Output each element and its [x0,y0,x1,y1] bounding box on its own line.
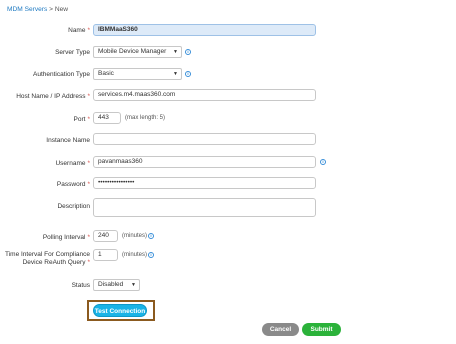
username-label: Username * [55,160,90,167]
username-field[interactable]: pavanmaas360 [93,156,316,168]
info-icon[interactable]: i [185,71,191,77]
polling-unit: (minutes) [122,233,148,239]
password-field[interactable]: •••••••••••••••• [93,177,316,189]
description-textarea[interactable] [93,198,316,217]
breadcrumb: MDM Servers > New [7,6,68,13]
port-hint: (max length: 5) [125,115,166,121]
status-label: Status [71,282,90,289]
cancel-button[interactable]: Cancel [262,323,299,336]
name-label: Name * [68,27,90,34]
test-connection-button[interactable]: Test Connection [93,304,147,317]
chevron-down-icon: ▼ [173,71,178,77]
reauth-field[interactable]: 1 [93,249,118,261]
submit-button[interactable]: Submit [302,323,341,336]
polling-label: Polling Interval * [42,234,90,241]
status-select[interactable]: Disabled ▼ [93,279,140,291]
port-label: Port * [73,116,90,123]
info-icon[interactable]: i [148,252,154,258]
port-field[interactable]: 443 [93,112,121,124]
polling-field[interactable]: 240 [93,230,118,242]
name-field[interactable]: IBMMaaS360 [93,24,316,36]
info-icon[interactable]: i [320,159,326,165]
chevron-down-icon: ▼ [173,49,178,55]
instance-label: Instance Name [46,137,90,144]
description-label: Description [57,203,90,210]
server-type-label: Server Type [55,49,90,56]
reauth-label: Time Interval For Compliance Device ReAu… [4,251,90,267]
password-label: Password * [56,181,90,188]
host-field[interactable]: services.m4.maas360.com [93,89,316,101]
info-icon[interactable]: i [148,233,154,239]
breadcrumb-parent-link[interactable]: MDM Servers [7,6,47,13]
info-icon[interactable]: i [185,49,191,55]
reauth-unit: (minutes) [122,252,148,258]
breadcrumb-separator: > [49,6,53,13]
host-label: Host Name / IP Address * [16,93,90,100]
auth-type-label: Authentication Type [33,71,90,78]
chevron-down-icon: ▼ [131,282,136,288]
breadcrumb-current: New [54,6,69,13]
auth-type-select[interactable]: Basic ▼ [93,68,182,80]
instance-field[interactable] [93,133,316,145]
server-type-select[interactable]: Mobile Device Manager ▼ [93,46,182,58]
